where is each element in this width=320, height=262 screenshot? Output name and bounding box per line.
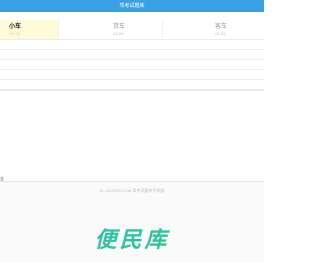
tab-car-code: C1 C2 <box>9 31 21 36</box>
tab-truck-label: 货车 <box>113 24 126 30</box>
tab-truck[interactable]: 货车 A2 B2 <box>58 20 162 40</box>
list-item[interactable] <box>0 60 264 70</box>
tab-car-label: 小车 <box>9 24 22 30</box>
tab-car[interactable]: 小车 C1 C2 <box>0 20 58 40</box>
tab-bus[interactable]: 客车 A1 B1 <box>162 20 264 40</box>
tab-bus-label: 客车 <box>215 24 228 30</box>
list-item[interactable] <box>0 40 264 50</box>
tab-truck-code: A2 B2 <box>113 31 124 36</box>
list-item[interactable] <box>0 50 264 60</box>
header-title: 驾考试题库 <box>119 3 145 9</box>
watermark-logo: 便民库 <box>94 227 170 252</box>
list-item[interactable] <box>0 70 264 80</box>
vehicle-type-tabs: 小车 C1 C2 货车 A2 B2 客车 A1 B1 <box>0 20 264 40</box>
list-item[interactable] <box>0 80 264 90</box>
content-area <box>0 90 264 176</box>
menu-rows <box>0 40 264 90</box>
page-footer: KL.JKXXFB.COM 驾考试题库手机版 便民库 <box>0 181 264 262</box>
footer-text: KL.JKXXFB.COM 驾考试题库手机版 <box>99 188 165 193</box>
app-header: 驾考试题库 <box>0 0 264 12</box>
tab-bus-code: A1 B1 <box>215 31 226 36</box>
